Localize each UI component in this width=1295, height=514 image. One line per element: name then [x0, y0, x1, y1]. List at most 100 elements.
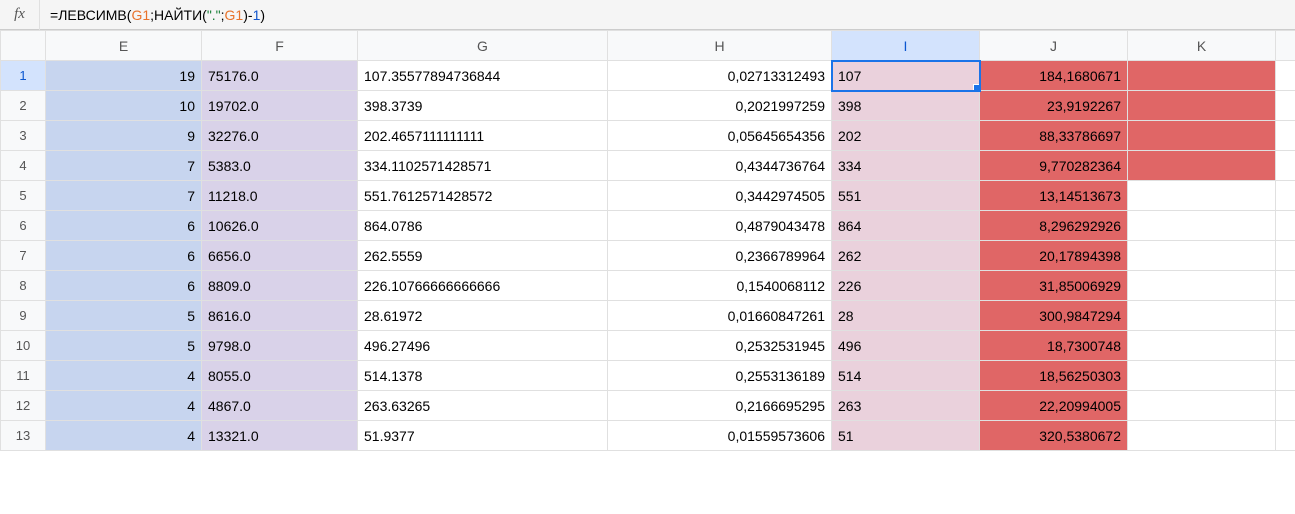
col-header-I[interactable]: I: [832, 31, 980, 61]
cell[interactable]: [1276, 61, 1295, 91]
row-header[interactable]: 7: [1, 241, 46, 271]
cell[interactable]: 10: [46, 91, 202, 121]
cell[interactable]: [1276, 241, 1295, 271]
cell[interactable]: [1276, 421, 1295, 451]
cell[interactable]: 334.1102571428571: [358, 151, 608, 181]
col-header-G[interactable]: G: [358, 31, 608, 61]
cell[interactable]: 262: [832, 241, 980, 271]
spreadsheet-grid[interactable]: E F G H I J K 11975176.0107.355778947368…: [0, 30, 1295, 451]
row-header[interactable]: 9: [1, 301, 46, 331]
cell[interactable]: 31,85006929: [980, 271, 1128, 301]
formula-input[interactable]: =ЛЕВСИМВ(G1;НАЙТИ(".";G1)-1): [40, 7, 1295, 23]
cell[interactable]: 88,33786697: [980, 121, 1128, 151]
cell[interactable]: 6656.0: [202, 241, 358, 271]
cell[interactable]: [1128, 61, 1276, 91]
cell[interactable]: [1276, 91, 1295, 121]
cell[interactable]: 5383.0: [202, 151, 358, 181]
cell[interactable]: 19702.0: [202, 91, 358, 121]
cell[interactable]: [1128, 271, 1276, 301]
row-header[interactable]: 6: [1, 211, 46, 241]
cell[interactable]: 32276.0: [202, 121, 358, 151]
cell[interactable]: 0,2532531945: [608, 331, 832, 361]
row-header[interactable]: 11: [1, 361, 46, 391]
cell[interactable]: 7: [46, 181, 202, 211]
cell[interactable]: [1276, 181, 1295, 211]
cell[interactable]: 184,1680671: [980, 61, 1128, 91]
col-header-extra[interactable]: [1276, 31, 1295, 61]
cell[interactable]: 8,296292926: [980, 211, 1128, 241]
cell[interactable]: 6: [46, 211, 202, 241]
cell[interactable]: 19: [46, 61, 202, 91]
cell[interactable]: 864: [832, 211, 980, 241]
cell[interactable]: 202.4657111111111: [358, 121, 608, 151]
cell[interactable]: 226: [832, 271, 980, 301]
col-header-H[interactable]: H: [608, 31, 832, 61]
cell[interactable]: 107: [832, 61, 980, 91]
cell[interactable]: 51: [832, 421, 980, 451]
cell[interactable]: 18,7300748: [980, 331, 1128, 361]
cell[interactable]: [1128, 91, 1276, 121]
cell[interactable]: 51.9377: [358, 421, 608, 451]
cell[interactable]: 9,770282364: [980, 151, 1128, 181]
cell[interactable]: 0,4344736764: [608, 151, 832, 181]
cell[interactable]: 13321.0: [202, 421, 358, 451]
cell[interactable]: 263: [832, 391, 980, 421]
cell[interactable]: [1128, 121, 1276, 151]
cell[interactable]: [1276, 391, 1295, 421]
cell[interactable]: 4: [46, 421, 202, 451]
cell[interactable]: 262.5559: [358, 241, 608, 271]
row-header[interactable]: 8: [1, 271, 46, 301]
cell[interactable]: 0,01559573606: [608, 421, 832, 451]
cell[interactable]: 8055.0: [202, 361, 358, 391]
cell[interactable]: 263.63265: [358, 391, 608, 421]
cell[interactable]: [1276, 151, 1295, 181]
cell[interactable]: [1128, 301, 1276, 331]
cell[interactable]: 551: [832, 181, 980, 211]
cell[interactable]: [1276, 211, 1295, 241]
cell[interactable]: 514: [832, 361, 980, 391]
row-header[interactable]: 2: [1, 91, 46, 121]
col-header-K[interactable]: K: [1128, 31, 1276, 61]
cell[interactable]: 8809.0: [202, 271, 358, 301]
cell[interactable]: 7: [46, 151, 202, 181]
cell[interactable]: 0,4879043478: [608, 211, 832, 241]
cell[interactable]: 0,01660847261: [608, 301, 832, 331]
cell[interactable]: 22,20994005: [980, 391, 1128, 421]
row-header[interactable]: 10: [1, 331, 46, 361]
cell[interactable]: [1128, 391, 1276, 421]
cell[interactable]: 0,2366789964: [608, 241, 832, 271]
cell[interactable]: [1128, 241, 1276, 271]
row-header[interactable]: 5: [1, 181, 46, 211]
cell[interactable]: 8616.0: [202, 301, 358, 331]
cell[interactable]: 864.0786: [358, 211, 608, 241]
row-header[interactable]: 1: [1, 61, 46, 91]
cell[interactable]: 9798.0: [202, 331, 358, 361]
cell[interactable]: 107.35577894736844: [358, 61, 608, 91]
row-header[interactable]: 3: [1, 121, 46, 151]
cell[interactable]: 6: [46, 271, 202, 301]
cell[interactable]: 5: [46, 301, 202, 331]
cell[interactable]: 226.10766666666666: [358, 271, 608, 301]
cell[interactable]: 0,02713312493: [608, 61, 832, 91]
cell[interactable]: [1276, 301, 1295, 331]
cell[interactable]: 5: [46, 331, 202, 361]
select-all-corner[interactable]: [1, 31, 46, 61]
cell[interactable]: 9: [46, 121, 202, 151]
cell[interactable]: 28.61972: [358, 301, 608, 331]
cell[interactable]: 398: [832, 91, 980, 121]
col-header-F[interactable]: F: [202, 31, 358, 61]
cell[interactable]: [1276, 121, 1295, 151]
cell[interactable]: 20,17894398: [980, 241, 1128, 271]
cell[interactable]: [1128, 151, 1276, 181]
cell[interactable]: 320,5380672: [980, 421, 1128, 451]
cell[interactable]: 0,2021997259: [608, 91, 832, 121]
col-header-J[interactable]: J: [980, 31, 1128, 61]
cell[interactable]: [1128, 421, 1276, 451]
cell[interactable]: [1128, 211, 1276, 241]
cell[interactable]: 0,2166695295: [608, 391, 832, 421]
cell[interactable]: 496.27496: [358, 331, 608, 361]
row-header[interactable]: 4: [1, 151, 46, 181]
cell[interactable]: 334: [832, 151, 980, 181]
cell[interactable]: 4867.0: [202, 391, 358, 421]
cell[interactable]: 0,1540068112: [608, 271, 832, 301]
